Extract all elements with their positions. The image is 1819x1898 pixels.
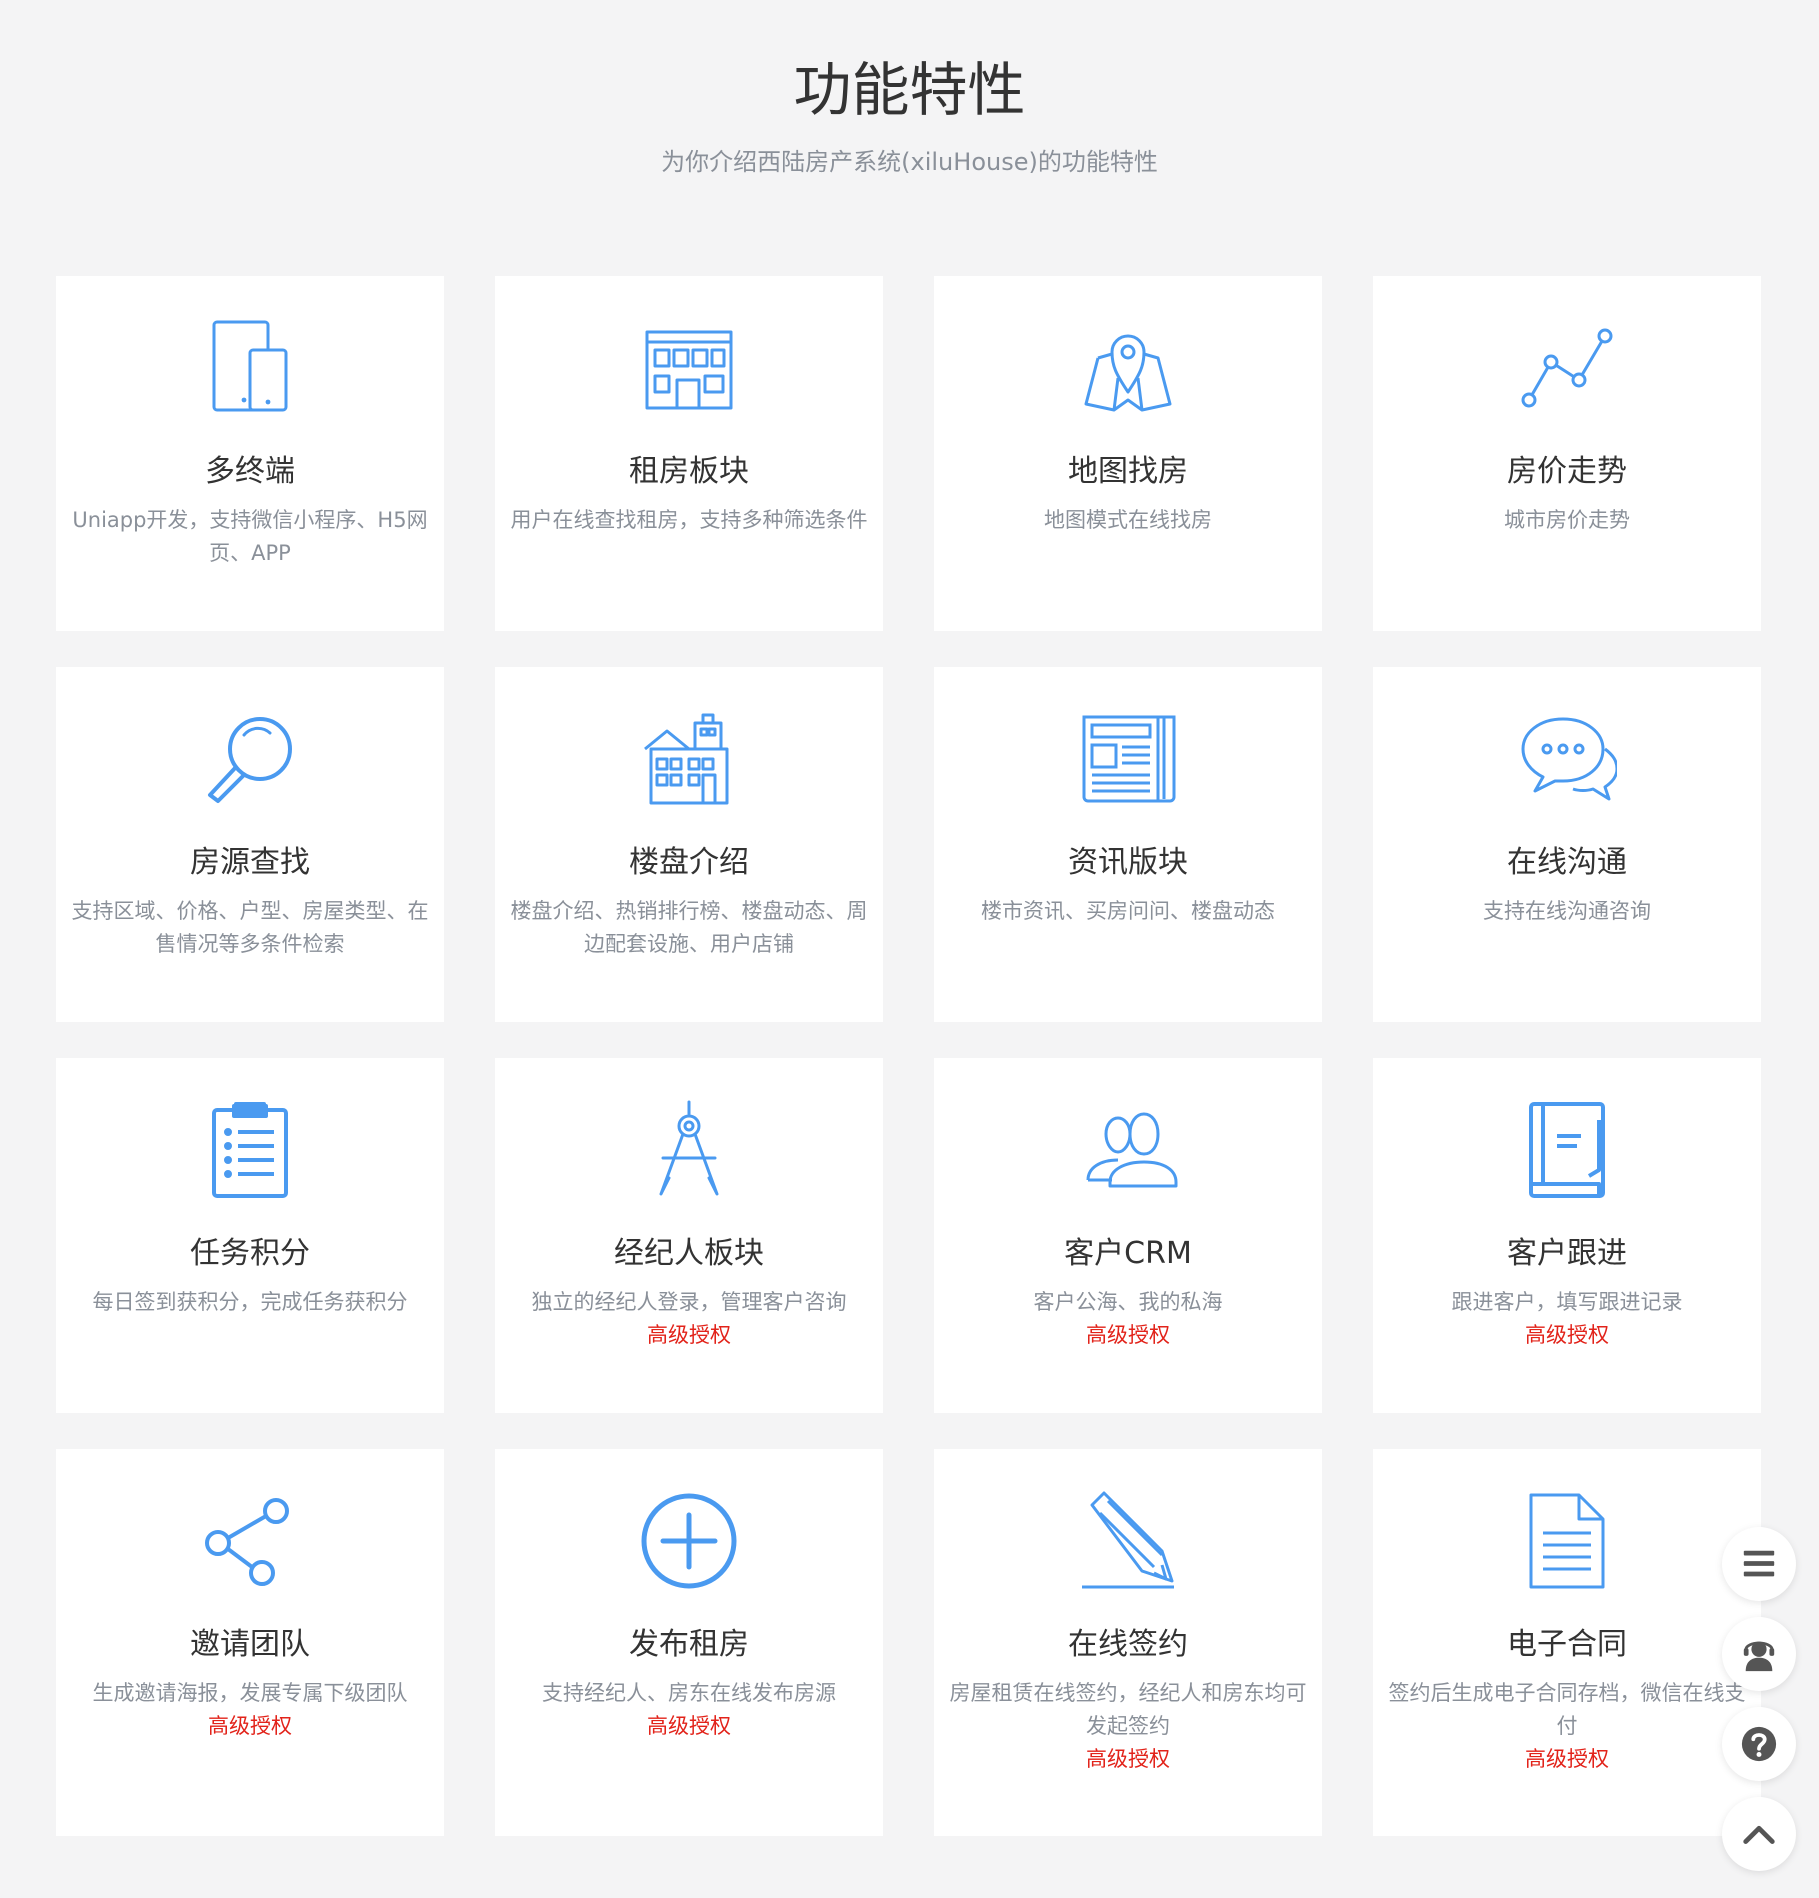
- feature-card: 房价走势城市房价走势: [1373, 276, 1761, 631]
- magnifier-icon: [200, 709, 300, 809]
- feature-title: 经纪人板块: [614, 1236, 764, 1271]
- document-icon: [1517, 1491, 1617, 1591]
- feature-card: 在线沟通支持在线沟通咨询: [1373, 667, 1761, 1022]
- plus-circle-icon: [639, 1491, 739, 1591]
- devices-icon: [200, 318, 300, 418]
- feature-description: Uniapp开发，支持微信小程序、H5网页、APP: [72, 508, 428, 565]
- feature-description: 客户公海、我的私海: [1033, 1290, 1223, 1314]
- feature-title: 楼盘介绍: [629, 845, 749, 880]
- feature-description: 每日签到获积分，完成任务获积分: [92, 1290, 408, 1314]
- feature-description: 地图模式在线找房: [1044, 508, 1212, 532]
- advanced-license-badge: 高级授权: [208, 1714, 292, 1738]
- feature-description: 用户在线查找租房，支持多种筛选条件: [510, 508, 868, 532]
- share-icon: [200, 1491, 300, 1591]
- feature-description: 支持区域、价格、户型、房屋类型、在售情况等多条件检索: [71, 899, 429, 956]
- users-icon: [1078, 1100, 1178, 1200]
- floating-toolbar: [1722, 1527, 1798, 1887]
- pencil-icon: [1078, 1491, 1178, 1591]
- feature-description: 独立的经纪人登录，管理客户咨询: [531, 1290, 847, 1314]
- feature-card: 发布租房支持经纪人、房东在线发布房源 高级授权: [495, 1449, 883, 1836]
- back-to-top-button[interactable]: [1722, 1797, 1796, 1871]
- feature-title: 在线签约: [1068, 1627, 1188, 1662]
- feature-title: 房源查找: [190, 845, 310, 880]
- feature-description: 楼市资讯、买房问问、楼盘动态: [981, 899, 1275, 923]
- advanced-license-badge: 高级授权: [647, 1714, 731, 1738]
- advanced-license-badge: 高级授权: [647, 1323, 731, 1347]
- feature-title: 在线沟通: [1507, 845, 1627, 880]
- compass-drafting-icon: [639, 1100, 739, 1200]
- clipboard-list-icon: [200, 1100, 300, 1200]
- advanced-license-badge: 高级授权: [1086, 1323, 1170, 1347]
- feature-title: 发布租房: [629, 1627, 749, 1662]
- chevron-up-icon: [1740, 1815, 1778, 1853]
- feature-title: 房价走势: [1507, 454, 1627, 489]
- feature-card: 电子合同签约后生成电子合同存档，微信在线支付高级授权: [1373, 1449, 1761, 1836]
- question-icon: [1740, 1725, 1778, 1763]
- feature-card: 租房板块用户在线查找租房，支持多种筛选条件: [495, 276, 883, 631]
- feature-grid: 多终端 Uniapp开发，支持微信小程序、H5网页、APP 租房板块用户在线查找租…: [56, 276, 1761, 1836]
- map-pin-icon: [1078, 318, 1178, 418]
- feature-description: 房屋租赁在线签约，经纪人和房东均可发起签约: [949, 1681, 1307, 1738]
- feature-description: 楼盘介绍、热销排行榜、楼盘动态、周边配套设施、用户店铺: [510, 899, 868, 956]
- feature-title: 客户跟进: [1507, 1236, 1627, 1271]
- page-subtitle: 为你介绍西陆房产系统(xiluHouse)的功能特性: [661, 148, 1158, 176]
- feature-title: 地图找房: [1068, 454, 1188, 489]
- advanced-license-badge: 高级授权: [1086, 1747, 1170, 1771]
- feature-card: 在线签约房屋租赁在线签约，经纪人和房东均可发起签约高级授权: [934, 1449, 1322, 1836]
- advanced-license-badge: 高级授权: [1525, 1747, 1609, 1771]
- feature-card: 经纪人板块独立的经纪人登录，管理客户咨询 高级授权: [495, 1058, 883, 1413]
- building-icon: [639, 318, 739, 418]
- help-button[interactable]: [1722, 1707, 1796, 1781]
- feature-title: 资讯版块: [1068, 845, 1188, 880]
- feature-description: 支持经纪人、房东在线发布房源: [542, 1681, 836, 1705]
- chat-bubbles-icon: [1517, 709, 1617, 809]
- feature-card: 资讯版块楼市资讯、买房问问、楼盘动态: [934, 667, 1322, 1022]
- feature-title: 租房板块: [629, 454, 749, 489]
- apartment-icon: [639, 709, 739, 809]
- feature-card: 地图找房地图模式在线找房: [934, 276, 1322, 631]
- feature-title: 电子合同: [1507, 1627, 1627, 1662]
- feature-description: 城市房价走势: [1504, 508, 1630, 532]
- feature-card: 房源查找支持区域、价格、户型、房屋类型、在售情况等多条件检索: [56, 667, 444, 1022]
- book-icon: [1517, 1100, 1617, 1200]
- feature-card: 客户跟进跟进客户，填写跟进记录 高级授权: [1373, 1058, 1761, 1413]
- feature-card: 邀请团队生成邀请海报，发展专属下级团队 高级授权: [56, 1449, 444, 1836]
- feature-card: 楼盘介绍楼盘介绍、热销排行榜、楼盘动态、周边配套设施、用户店铺: [495, 667, 883, 1022]
- feature-title: 任务积分: [190, 1236, 310, 1271]
- support-agent-icon: [1740, 1635, 1778, 1673]
- feature-description: 生成邀请海报，发展专属下级团队: [92, 1681, 408, 1705]
- feature-title: 邀请团队: [190, 1627, 310, 1662]
- feature-description: 跟进客户，填写跟进记录: [1451, 1290, 1683, 1314]
- feature-description: 支持在线沟通咨询: [1483, 899, 1651, 923]
- page-title: 功能特性: [793, 56, 1026, 124]
- advanced-license-badge: 高级授权: [1525, 1323, 1609, 1347]
- newspaper-icon: [1078, 709, 1178, 809]
- support-button[interactable]: [1722, 1617, 1796, 1691]
- feature-card: 多终端 Uniapp开发，支持微信小程序、H5网页、APP: [56, 276, 444, 631]
- feature-description: 签约后生成电子合同存档，微信在线支付: [1388, 1681, 1746, 1738]
- menu-button[interactable]: [1722, 1527, 1796, 1601]
- feature-card: 任务积分每日签到获积分，完成任务获积分: [56, 1058, 444, 1413]
- feature-title: 多终端: [205, 454, 295, 489]
- feature-title: 客户CRM: [1064, 1236, 1192, 1271]
- trend-line-icon: [1517, 318, 1617, 418]
- menu-icon: [1740, 1545, 1778, 1583]
- feature-card: 客户CRM 客户公海、我的私海 高级授权: [934, 1058, 1322, 1413]
